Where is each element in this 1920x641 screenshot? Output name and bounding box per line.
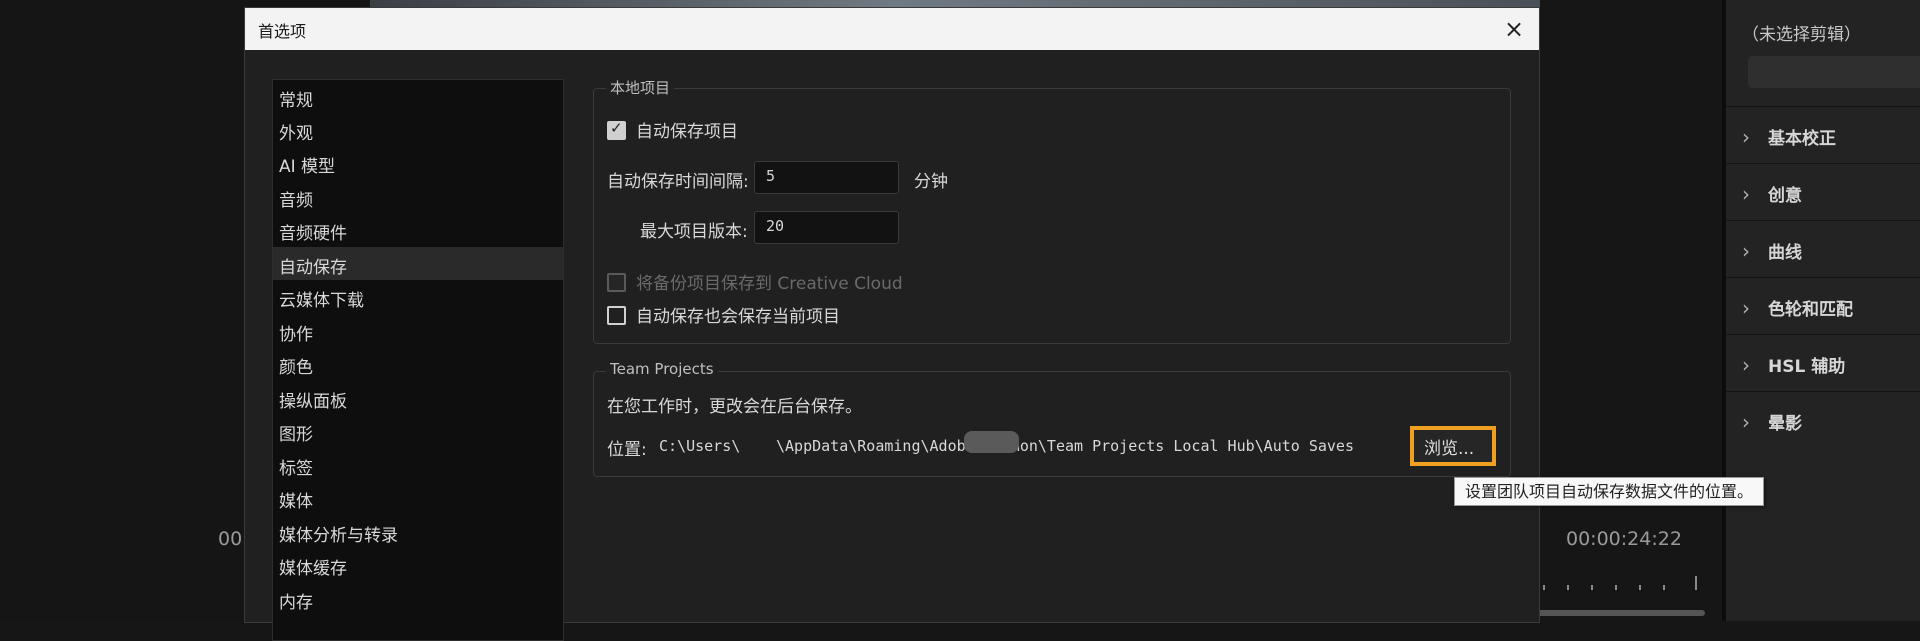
section-vignette[interactable]: › 晕影	[1726, 391, 1920, 448]
browse-tooltip: 设置团队项目自动保存数据文件的位置。	[1454, 477, 1765, 506]
nav-item-label: 音频	[279, 191, 313, 211]
nav-item-label: 操纵面板	[279, 392, 347, 412]
nav-item-collaboration[interactable]: 协作	[273, 314, 563, 347]
nav-item-cloud-media-download[interactable]: 云媒体下载	[273, 280, 563, 313]
section-color-wheels[interactable]: › 色轮和匹配	[1726, 277, 1920, 334]
nav-item-label: 标签	[279, 459, 313, 479]
chevron-right-icon: ›	[1742, 353, 1750, 377]
section-label: 基本校正	[1768, 129, 1836, 149]
path-prefix: C:\Users\	[659, 437, 741, 455]
nav-item-audio-hardware[interactable]: 音频硬件	[273, 213, 563, 246]
lumetri-color-panel: （未选择剪辑） › 基本校正 › 创意 › 曲线 › 色轮和匹配 › HSL 辅…	[1726, 0, 1920, 621]
chevron-right-icon: ›	[1742, 296, 1750, 320]
interval-value: 5	[766, 167, 776, 185]
nav-item-general[interactable]: 常规	[273, 80, 563, 113]
interval-input[interactable]: 5	[754, 161, 899, 194]
section-creative[interactable]: › 创意	[1726, 163, 1920, 220]
nav-item-label: 颜色	[279, 358, 313, 378]
chevron-right-icon: ›	[1742, 182, 1750, 206]
timeline-scrollbar[interactable]	[1535, 610, 1705, 616]
nav-item-graphics[interactable]: 图形	[273, 414, 563, 447]
nav-item-label: 自动保存	[279, 258, 347, 278]
close-icon[interactable]: ×	[1499, 14, 1529, 44]
preferences-dialog: 首选项 × 常规 外观 AI 模型 音频 音频硬件 自动保存 云媒体下载 协作 …	[244, 7, 1540, 641]
chevron-right-icon: ›	[1742, 239, 1750, 263]
nav-item-label: 协作	[279, 325, 313, 345]
nav-item-media-analysis[interactable]: 媒体分析与转录	[273, 515, 563, 548]
section-label: 色轮和匹配	[1768, 300, 1853, 320]
nav-item-memory[interactable]: 内存	[273, 582, 563, 615]
nav-item-label: 常规	[279, 91, 313, 111]
path-suffix: \AppData\Roaming\Adobe\Common\Team Proje…	[776, 437, 1354, 455]
browse-label: 浏览...	[1424, 439, 1475, 459]
section-curves[interactable]: › 曲线	[1726, 220, 1920, 277]
local-project-legend: 本地项目	[606, 77, 675, 98]
nav-item-label: 图形	[279, 425, 313, 445]
nav-item-audio[interactable]: 音频	[273, 180, 563, 213]
nav-item-appearance[interactable]: 外观	[273, 113, 563, 146]
browse-button[interactable]: 浏览...	[1410, 426, 1496, 466]
creative-cloud-checkbox[interactable]	[607, 273, 626, 292]
nav-item-media[interactable]: 媒体	[273, 481, 563, 514]
nav-item-media-cache[interactable]: 媒体缓存	[273, 548, 563, 581]
nav-item-label: 云媒体下载	[279, 291, 364, 311]
section-label: 曲线	[1768, 243, 1802, 263]
local-project-group: 本地项目 自动保存项目 自动保存时间间隔: 5 分钟 最大项目版本: 20 将备…	[593, 77, 1511, 344]
auto-save-label: 自动保存项目	[636, 122, 738, 142]
save-current-label: 自动保存也会保存当前项目	[636, 307, 840, 327]
nav-item-label: 媒体缓存	[279, 559, 347, 579]
nav-item-ai-models[interactable]: AI 模型	[273, 146, 563, 179]
nav-item-auto-save[interactable]: 自动保存	[273, 247, 563, 280]
section-label: HSL 辅助	[1768, 357, 1846, 377]
location-label: 位置:	[607, 440, 647, 460]
team-projects-info: 在您工作时，更改会在后台保存。	[607, 397, 862, 417]
nav-item-label: 音频硬件	[279, 224, 347, 244]
interval-unit: 分钟	[914, 172, 948, 192]
clip-selection-label: （未选择剪辑）	[1742, 25, 1861, 45]
background-viewer	[0, 0, 243, 621]
timeline-ruler	[1535, 576, 1697, 590]
chevron-right-icon: ›	[1742, 410, 1750, 434]
nav-item-label: AI 模型	[279, 157, 336, 177]
nav-item-label: 内存	[279, 593, 313, 613]
nav-item-label: 外观	[279, 124, 313, 144]
nav-item-label: 媒体	[279, 492, 313, 512]
section-label: 创意	[1768, 186, 1802, 206]
save-current-checkbox[interactable]	[607, 306, 626, 325]
dialog-titlebar[interactable]: 首选项 ×	[245, 8, 1539, 50]
section-basic-correction[interactable]: › 基本校正	[1726, 106, 1920, 163]
auto-save-checkbox[interactable]	[607, 119, 626, 140]
team-projects-group: Team Projects 在您工作时，更改会在后台保存。 位置: C:\Use…	[593, 360, 1511, 477]
nav-item-color[interactable]: 颜色	[273, 347, 563, 380]
nav-item-labels[interactable]: 标签	[273, 448, 563, 481]
interval-label: 自动保存时间间隔:	[607, 172, 749, 192]
max-versions-label: 最大项目版本:	[640, 222, 748, 242]
timecode-right: 00:00:24:22	[1566, 528, 1682, 550]
preferences-nav-list: 常规 外观 AI 模型 音频 音频硬件 自动保存 云媒体下载 协作 颜色 操纵面…	[272, 79, 564, 641]
creative-cloud-label: 将备份项目保存到 Creative Cloud	[636, 274, 903, 294]
nav-item-control-surface[interactable]: 操纵面板	[273, 381, 563, 414]
section-hsl-secondary[interactable]: › HSL 辅助	[1726, 334, 1920, 391]
nav-item-label: 媒体分析与转录	[279, 526, 398, 546]
section-label: 晕影	[1768, 414, 1802, 434]
redacted-username	[964, 431, 1019, 453]
max-versions-input[interactable]: 20	[754, 211, 899, 244]
dialog-title: 首选项	[258, 22, 307, 41]
max-versions-value: 20	[766, 217, 785, 235]
clip-dropdown[interactable]	[1748, 56, 1920, 88]
chevron-right-icon: ›	[1742, 125, 1750, 149]
team-projects-legend: Team Projects	[606, 360, 718, 378]
